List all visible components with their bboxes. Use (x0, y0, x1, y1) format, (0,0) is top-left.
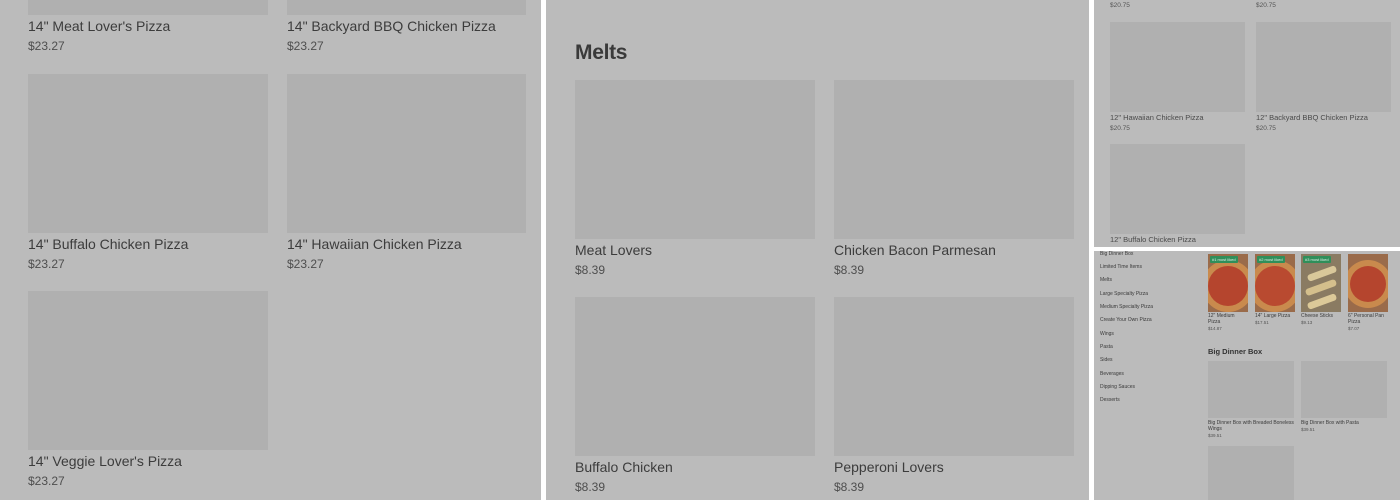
item-price: $9.13 (1301, 320, 1313, 325)
item-name[interactable]: 12" Backyard BBQ Chicken Pizza (1256, 113, 1368, 122)
item-price: $23.27 (28, 39, 65, 53)
most-liked-badge: #2 most liked (1257, 256, 1285, 263)
nav-item-melts[interactable]: Melts (1100, 277, 1112, 283)
item-image[interactable] (287, 74, 526, 233)
nav-item-desserts[interactable]: Desserts (1100, 397, 1120, 403)
item-image[interactable] (1301, 361, 1387, 418)
item-image[interactable] (575, 80, 815, 239)
item-price: $14.87 (1208, 326, 1222, 331)
most-liked-badge: #1 most liked (1210, 256, 1238, 263)
item-price: $39.51 (1208, 433, 1222, 438)
nav-item-wings[interactable]: Wings (1100, 331, 1114, 337)
item-image[interactable]: #2 most liked (1255, 254, 1295, 312)
item-image[interactable] (1208, 446, 1294, 500)
menu-pane-melts: Melts Meat Lovers $8.39 Chicken Bacon Pa… (546, 0, 1089, 500)
item-image[interactable] (28, 74, 268, 233)
nav-item-beverages[interactable]: Beverages (1100, 371, 1124, 377)
item-name[interactable]: 14" Veggie Lover's Pizza (28, 453, 182, 469)
item-image[interactable] (834, 80, 1074, 239)
nav-item-dipping-sauces[interactable]: Dipping Sauces (1100, 384, 1135, 390)
item-name[interactable]: 14" Backyard BBQ Chicken Pizza (287, 18, 496, 34)
item-price: $23.27 (28, 474, 65, 488)
nav-item-limited-time-items[interactable]: Limited Time Items (1100, 264, 1142, 270)
item-price: $23.27 (287, 39, 324, 53)
item-image[interactable] (575, 297, 815, 456)
item-image[interactable] (287, 0, 526, 15)
item-price: $20.75 (1256, 125, 1276, 132)
item-image[interactable] (1348, 254, 1388, 312)
item-price: $7.07 (1348, 326, 1360, 331)
item-price: $20.75 (1110, 125, 1130, 132)
item-price: $8.39 (834, 263, 865, 277)
item-price: $8.39 (834, 480, 865, 494)
item-image[interactable] (1256, 22, 1391, 112)
item-name[interactable]: Cheese Sticks (1301, 313, 1345, 319)
menu-pane-overview: Big Dinner Box Limited Time Items Melts … (1094, 251, 1400, 500)
item-price: $23.27 (28, 257, 65, 271)
item-name[interactable]: 14" Large Pizza (1255, 313, 1299, 319)
item-image[interactable] (1208, 361, 1294, 418)
item-name[interactable]: Big Dinner Box with Breaded Boneless Win… (1208, 420, 1294, 432)
most-liked-badge: #3 most liked (1303, 256, 1331, 263)
menu-pane-12-inch-pizzas: $20.75 $20.75 12" Hawaiian Chicken Pizza… (1094, 0, 1400, 247)
item-price: $8.39 (575, 263, 606, 277)
item-image[interactable]: #1 most liked (1208, 254, 1248, 312)
item-image[interactable] (28, 291, 268, 450)
item-name[interactable]: 12" Buffalo Chicken Pizza (1110, 235, 1196, 244)
item-name[interactable]: Pepperoni Lovers (834, 459, 944, 475)
nav-item-sides[interactable]: Sides (1100, 357, 1113, 363)
item-name[interactable]: 12" Medium Pizza (1208, 313, 1248, 325)
item-name[interactable]: 6" Personal Pan Pizza (1348, 313, 1392, 325)
item-price: $8.39 (575, 480, 606, 494)
item-name[interactable]: 14" Buffalo Chicken Pizza (28, 236, 188, 252)
item-name[interactable]: 14" Hawaiian Chicken Pizza (287, 236, 462, 252)
item-name[interactable]: Big Dinner Box with Pasta (1301, 420, 1387, 426)
item-name[interactable]: Buffalo Chicken (575, 459, 673, 475)
item-price: $39.51 (1301, 427, 1315, 432)
item-name[interactable]: Meat Lovers (575, 242, 652, 258)
item-price: $23.27 (287, 257, 324, 271)
item-image[interactable] (28, 0, 268, 15)
section-title: Melts (575, 41, 628, 64)
item-name[interactable]: 12" Hawaiian Chicken Pizza (1110, 113, 1204, 122)
menu-pane-14-inch-pizzas: 14" Meat Lover's Pizza $23.27 14" Backya… (0, 0, 541, 500)
nav-item-large-specialty-pizza[interactable]: Large Specialty Pizza (1100, 291, 1148, 297)
nav-item-big-dinner-box[interactable]: Big Dinner Box (1100, 251, 1133, 257)
nav-item-medium-specialty-pizza[interactable]: Medium Specialty Pizza (1100, 304, 1153, 310)
nav-item-pasta[interactable]: Pasta (1100, 344, 1113, 350)
item-name[interactable]: 14" Meat Lover's Pizza (28, 18, 170, 34)
item-price: $20.75 (1110, 2, 1130, 9)
nav-item-create-your-own-pizza[interactable]: Create Your Own Pizza (1100, 317, 1152, 323)
item-price: $20.75 (1256, 2, 1276, 9)
section-title: Big Dinner Box (1208, 347, 1263, 356)
item-name[interactable]: Chicken Bacon Parmesan (834, 242, 996, 258)
item-image[interactable] (1110, 22, 1245, 112)
item-image[interactable] (834, 297, 1074, 456)
item-image[interactable] (1110, 144, 1245, 234)
item-image[interactable]: #3 most liked (1301, 254, 1341, 312)
item-price: $17.51 (1255, 320, 1269, 325)
